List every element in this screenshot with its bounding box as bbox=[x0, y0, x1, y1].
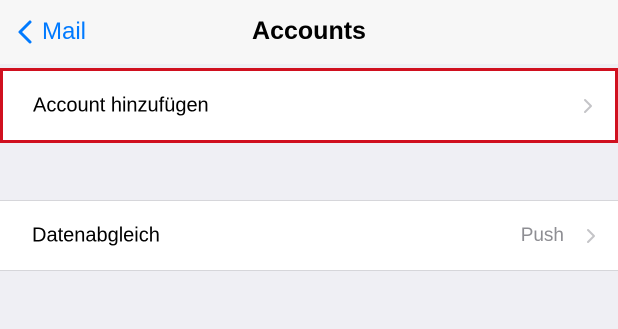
data-sync-value: Push bbox=[520, 224, 564, 246]
page-title: Accounts bbox=[252, 17, 366, 45]
data-sync-label: Datenabgleich bbox=[32, 224, 160, 246]
data-sync-row[interactable]: Datenabgleich Push bbox=[0, 200, 618, 271]
add-account-label: Account hinzufügen bbox=[33, 94, 209, 116]
navigation-bar: Mail Accounts bbox=[0, 0, 618, 64]
add-account-row[interactable]: Account hinzufügen bbox=[0, 68, 618, 143]
chevron-right-icon bbox=[584, 98, 592, 113]
chevron-right-icon bbox=[587, 228, 595, 243]
